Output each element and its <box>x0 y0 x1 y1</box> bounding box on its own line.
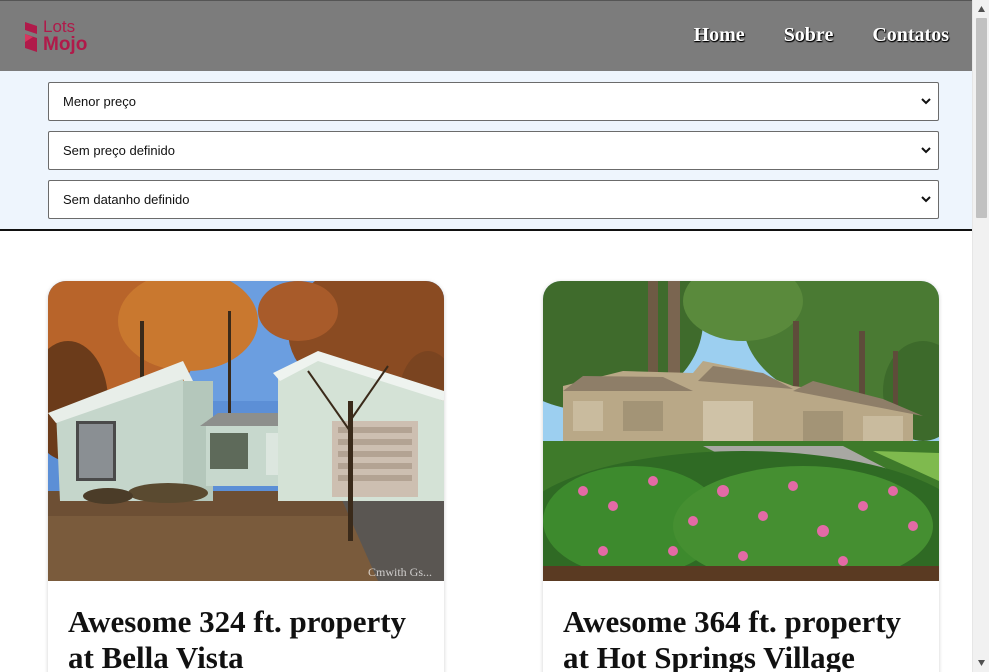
logo-text-bottom: Mojo <box>43 34 88 55</box>
listings-grid: Cmwith Gs... Awesome 324 ft. property at… <box>0 231 972 672</box>
scroll-up-arrow-icon[interactable] <box>977 5 986 14</box>
listing-card[interactable]: Awesome 364 ft. property at Hot Springs … <box>543 281 939 672</box>
vertical-scrollbar[interactable] <box>972 0 989 672</box>
size-select[interactable]: Sem datanho definido <box>48 180 939 219</box>
chevron-down-icon <box>921 196 931 203</box>
listing-title[interactable]: Awesome 364 ft. property at Hot Springs … <box>563 604 923 672</box>
nav-sobre-link[interactable]: Sobre <box>784 24 834 47</box>
sort-select-value: Menor preço <box>63 94 136 109</box>
nav-contatos-link[interactable]: Contatos <box>872 24 949 47</box>
navbar: Lots Mojo Home Sobre Contatos <box>0 0 972 71</box>
filters-panel: Menor preço Sem preço definido Sem datan… <box>0 71 972 231</box>
price-select-value: Sem preço definido <box>63 143 176 158</box>
nav-links: Home Sobre Contatos <box>694 24 949 47</box>
page: Lots Mojo Home Sobre Contatos Menor preç… <box>0 0 989 672</box>
svg-text:Cmwith Gs...: Cmwith Gs... <box>368 565 432 579</box>
scrollbar-thumb[interactable] <box>976 18 987 218</box>
logo-mark-icon <box>25 22 37 52</box>
listing-image-townhouse[interactable] <box>543 281 939 581</box>
listing-card[interactable]: Cmwith Gs... Awesome 324 ft. property at… <box>48 281 444 672</box>
scroll-down-arrow-icon[interactable] <box>977 658 986 667</box>
logo[interactable]: Lots Mojo <box>23 18 95 58</box>
listing-image-house[interactable]: Cmwith Gs... <box>48 281 444 581</box>
sort-select[interactable]: Menor preço <box>48 82 939 121</box>
viewport: Lots Mojo Home Sobre Contatos Menor preç… <box>0 0 972 672</box>
chevron-down-icon <box>921 147 931 154</box>
nav-home-link[interactable]: Home <box>694 24 745 47</box>
listing-title[interactable]: Awesome 324 ft. property at Bella Vista <box>68 604 428 672</box>
price-select[interactable]: Sem preço definido <box>48 131 939 170</box>
size-select-value: Sem datanho definido <box>63 192 190 207</box>
chevron-down-icon <box>921 98 931 105</box>
